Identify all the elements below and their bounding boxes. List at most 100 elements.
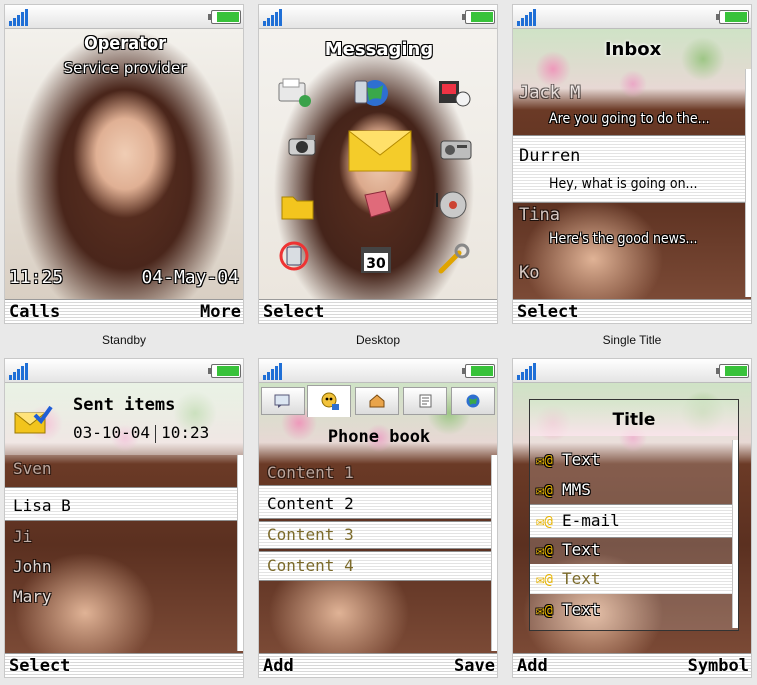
scrollbar[interactable] (745, 69, 751, 297)
battery-icon (208, 10, 241, 24)
add-softkey[interactable]: Add (263, 656, 294, 676)
list-item-label: Text (562, 450, 601, 469)
list-item[interactable]: John (13, 557, 52, 576)
list-item-label: Text (562, 569, 601, 588)
list-item[interactable]: Sven (13, 459, 52, 478)
calendar-icon[interactable]: 30 (357, 243, 395, 277)
status-bar (513, 5, 751, 29)
phonebook-screen: Phone book Content 1 Content 2 Content 3… (258, 358, 498, 678)
message-sender: Durren (519, 146, 581, 166)
message-preview[interactable]: Are you going to do the... (549, 111, 710, 127)
inbox-screen: Inbox Jack M Are you going to do the... … (512, 4, 752, 324)
email-envelope-icon: ✉@ (536, 572, 553, 588)
camera-icon[interactable] (285, 129, 323, 163)
signal-icon (263, 362, 289, 380)
wrench-icon[interactable] (435, 243, 473, 277)
symbol-softkey[interactable]: Symbol (688, 656, 749, 676)
operator-name: Operator (83, 33, 167, 54)
battery-icon (208, 364, 241, 378)
home-tab-icon[interactable] (355, 387, 399, 415)
sent-time-value: 10:23 (161, 423, 210, 442)
dialog: Title ✉@ Text ✉@ MMS ✉@ E-mail ✉@ Text ✉@ Tex… (529, 399, 739, 631)
message-preview[interactable]: Here's the good news... (549, 231, 698, 247)
phonebook-title: Phone book (327, 427, 431, 447)
caption-single-title: Single Title (602, 333, 662, 347)
message-sender[interactable]: Jack M (519, 83, 580, 103)
scrollbar[interactable] (491, 455, 497, 651)
tab-bar (259, 385, 497, 417)
list-item[interactable]: ✉@ Text (530, 450, 732, 469)
caption-standby: Standby (101, 333, 147, 347)
softkey-bar: Add Symbol (513, 653, 751, 677)
fax-icon[interactable] (275, 77, 313, 111)
list-item[interactable]: ✉@ Text (530, 600, 732, 619)
dialog-title: Title (612, 410, 656, 430)
sent-date: 03-10-04 10:23 (73, 423, 209, 443)
message-preview: Hey, what is going on... (549, 176, 698, 192)
softkey-bar: Calls More (5, 299, 243, 323)
softkey-bar: Select (513, 299, 751, 323)
list-item-label: MMS (562, 480, 591, 499)
sent-date-value: 03-10-04 (73, 423, 151, 442)
battery-icon (716, 364, 749, 378)
list-item[interactable]: Content 4 (259, 551, 491, 581)
message-row-selected[interactable]: Durren Hey, what is going on... (513, 135, 745, 203)
list-item-selected[interactable]: Lisa B (5, 487, 237, 521)
more-softkey[interactable]: More (200, 302, 241, 322)
scrollbar[interactable] (732, 440, 738, 628)
list-title: Inbox (604, 39, 662, 60)
battery-icon (462, 10, 495, 24)
email-envelope-icon: ✉@ (536, 603, 553, 619)
list-item[interactable]: Mary (13, 587, 52, 606)
notes-tab-icon[interactable] (403, 387, 447, 415)
media-icon[interactable] (435, 75, 473, 109)
calls-softkey[interactable]: Calls (9, 302, 60, 322)
standby-screen: Operator Service provider 11:25 04-May-0… (4, 4, 244, 324)
list-item-selected[interactable]: Content 2 (259, 485, 491, 519)
book-icon[interactable] (359, 187, 397, 221)
signal-icon (517, 362, 543, 380)
list-item-label: Text (562, 600, 601, 619)
message-sender[interactable]: Ko (519, 263, 539, 283)
contact-tab-icon[interactable] (307, 385, 351, 417)
date: 04-May-04 (141, 267, 239, 288)
music-disc-icon[interactable] (431, 187, 469, 221)
select-softkey[interactable]: Select (517, 302, 578, 322)
battery-icon (462, 364, 495, 378)
calendar-day: 30 (366, 256, 386, 272)
list-item[interactable]: Content 3 (259, 521, 491, 549)
radio-icon[interactable] (437, 131, 475, 165)
email-envelope-icon: ✉@ (536, 543, 553, 559)
sent-items-title: Sent items (73, 395, 176, 415)
list-item[interactable]: ✉@ Text (530, 564, 732, 594)
softkey-bar: Add Save (259, 653, 497, 677)
phone-globe-icon[interactable] (351, 75, 389, 109)
desktop-screen: Messaging 30 Select (258, 4, 498, 324)
save-softkey[interactable]: Save (454, 656, 495, 676)
menu-title: Messaging (324, 39, 434, 60)
select-softkey[interactable]: Select (9, 656, 70, 676)
select-softkey[interactable]: Select (263, 302, 324, 322)
list-item-label: E-mail (562, 511, 620, 530)
softkey-bar: Select (5, 653, 243, 677)
clock: 11:25 (9, 267, 64, 288)
email-envelope-icon: ✉@ (536, 514, 553, 530)
list-item[interactable]: Ji (13, 527, 32, 546)
list-item-selected[interactable]: ✉@ E-mail (530, 504, 732, 538)
sync-phone-icon[interactable] (275, 239, 313, 273)
message-tab-icon[interactable] (261, 387, 305, 415)
envelope-icon[interactable] (345, 117, 415, 177)
folder-icon[interactable] (279, 189, 317, 223)
status-bar (513, 359, 751, 383)
list-item[interactable]: ✉@ Text (530, 540, 732, 559)
list-item[interactable]: Content 1 (267, 463, 354, 482)
list-item[interactable]: ✉@ MMS (530, 480, 732, 499)
add-softkey[interactable]: Add (517, 656, 548, 676)
sent-items-screen: Sent items 03-10-04 10:23 Sven Lisa B Ji … (4, 358, 244, 678)
scrollbar[interactable] (237, 455, 243, 651)
list-item-label: Text (562, 540, 601, 559)
status-bar (5, 5, 243, 29)
globe-tab-icon[interactable] (451, 387, 495, 415)
softkey-bar: Select (259, 299, 497, 323)
message-sender[interactable]: Tina (519, 205, 560, 225)
